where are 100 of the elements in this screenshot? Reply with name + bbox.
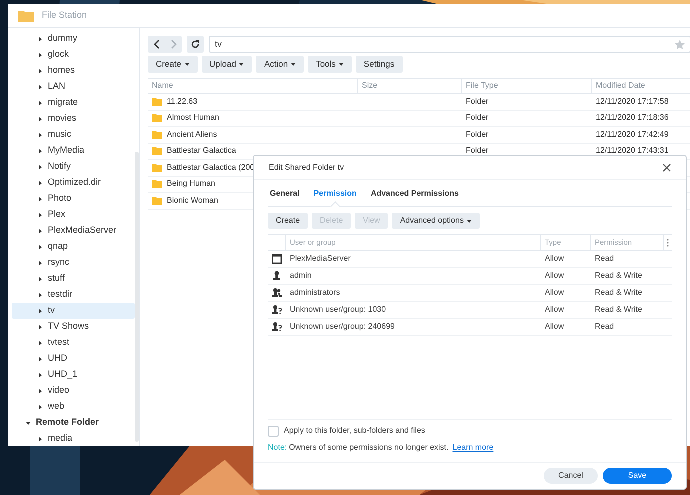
table-cell: Unknown user/group: 1030 (290, 305, 386, 314)
sidebar-item[interactable]: migrate (12, 95, 135, 111)
sidebar-item[interactable]: video (12, 383, 135, 399)
sidebar-item[interactable]: Plex (12, 207, 135, 223)
file-name[interactable]: Almost Human (167, 112, 220, 124)
sidebar-group[interactable]: Remote Folder (12, 415, 135, 431)
collapsed-arrow-icon[interactable] (38, 356, 43, 362)
table-cell: Folder (466, 146, 489, 156)
table-cell: PlexMediaServer (290, 254, 351, 263)
collapsed-arrow-icon[interactable] (38, 148, 43, 154)
table-cell: Read & Write (595, 288, 642, 297)
table-cell: Unknown user/group: 240699 (290, 322, 395, 331)
sidebar-item[interactable]: MyMedia (12, 143, 135, 159)
collapsed-arrow-icon[interactable] (38, 132, 43, 138)
close-icon[interactable] (663, 164, 671, 172)
sidebar-item[interactable]: Optimized.dir (12, 175, 135, 191)
collapsed-arrow-icon[interactable] (38, 36, 43, 42)
sidebar-item[interactable]: LAN (12, 79, 135, 95)
sidebar-item[interactable]: PlexMediaServer (12, 223, 135, 239)
file-name[interactable]: Ancient Aliens (167, 128, 218, 141)
table-cell: Allow (545, 288, 564, 297)
table-cell: Read & Write (595, 305, 642, 314)
sidebar-item[interactable]: stuff (12, 271, 135, 287)
sidebar-item[interactable]: rsync (12, 255, 135, 271)
learn-more-link[interactable]: Learn more (452, 442, 494, 454)
toolbar-button[interactable]: Settings (356, 56, 403, 73)
group-icon (272, 288, 282, 298)
collapsed-arrow-icon[interactable] (38, 228, 43, 234)
refresh-icon (191, 40, 200, 49)
collapsed-arrow-icon[interactable] (38, 404, 43, 410)
table-cell: Allow (545, 322, 564, 331)
toolbar-button[interactable]: Tools (308, 56, 352, 73)
file-name[interactable]: Battlestar Galactica (167, 145, 236, 158)
path-text: tv (215, 38, 224, 51)
collapsed-arrow-icon[interactable] (38, 340, 43, 346)
collapsed-arrow-icon[interactable] (38, 244, 43, 250)
sidebar-item[interactable]: web (12, 399, 135, 415)
table-cell: 12/11/2020 17:43:31 (596, 146, 669, 156)
collapsed-arrow-icon[interactable] (38, 84, 43, 90)
collapsed-arrow-icon[interactable] (38, 260, 43, 266)
sidebar-item[interactable]: testdir (12, 287, 135, 303)
collapsed-arrow-icon[interactable] (38, 388, 43, 394)
table-cell: 12/11/2020 17:42:49 (596, 130, 669, 139)
sidebar-item[interactable]: UHD_1 (12, 367, 135, 383)
collapsed-arrow-icon[interactable] (38, 116, 43, 122)
toolbar-button[interactable]: Upload (202, 56, 252, 73)
forward-icon (170, 40, 176, 49)
collapsed-arrow-icon[interactable] (38, 164, 43, 170)
sidebar-item[interactable]: dummy (12, 31, 135, 47)
file-name[interactable]: 11.22.63 (167, 96, 198, 108)
file-name[interactable]: Bionic Woman (167, 194, 218, 207)
save-button[interactable]: Save (603, 468, 672, 484)
collapsed-arrow-icon[interactable] (38, 68, 43, 74)
dialog-title: Edit Shared Folder tv (269, 162, 344, 174)
user-icon (272, 271, 282, 281)
sidebar-item[interactable]: glock (12, 47, 135, 63)
sidebar-item[interactable]: homes (12, 63, 135, 79)
expanded-arrow-icon[interactable] (26, 420, 31, 426)
collapsed-arrow-icon[interactable] (38, 212, 43, 218)
star-icon[interactable] (675, 40, 685, 50)
sidebar-item[interactable]: UHD (12, 351, 135, 367)
file-name[interactable]: Being Human (167, 178, 216, 190)
sidebar-item[interactable]: Photo (12, 191, 135, 207)
sidebar-item[interactable]: qnap (12, 239, 135, 255)
dialog-button[interactable]: Advanced options (392, 213, 480, 229)
sidebar-item[interactable]: TV Shows (12, 319, 135, 335)
table-cell: Read (595, 254, 614, 263)
tab[interactable]: General (270, 188, 300, 206)
sidebar-item[interactable]: music (12, 127, 135, 143)
cancel-button[interactable]: Cancel (544, 468, 598, 484)
collapsed-arrow-icon[interactable] (38, 52, 43, 58)
sidebar-item[interactable]: media (12, 431, 135, 446)
back-button[interactable] (148, 36, 165, 53)
table-cell: Folder (466, 96, 489, 106)
folder-icon (18, 9, 34, 22)
collapsed-arrow-icon[interactable] (38, 308, 43, 314)
tab[interactable]: Permission (314, 188, 357, 206)
checkbox[interactable] (268, 426, 279, 436)
collapsed-arrow-icon[interactable] (38, 276, 43, 282)
tab[interactable]: Advanced Permissions (370, 188, 459, 206)
dialog-button[interactable]: Create (268, 213, 308, 229)
collapsed-arrow-icon[interactable] (38, 100, 43, 106)
sidebar-item[interactable]: movies (12, 111, 135, 127)
note-label: Note: (268, 442, 288, 454)
sidebar-item[interactable]: Notify (12, 159, 135, 175)
table-cell: Allow (545, 254, 564, 263)
collapsed-arrow-icon[interactable] (38, 292, 43, 298)
collapsed-arrow-icon[interactable] (38, 196, 43, 202)
sidebar-item[interactable]: tv (12, 303, 135, 319)
path-field[interactable]: tv (209, 36, 690, 53)
toolbar-button[interactable]: Action (256, 56, 304, 73)
collapsed-arrow-icon[interactable] (38, 180, 43, 186)
sidebar-item[interactable]: tvtest (12, 335, 135, 351)
collapsed-arrow-icon[interactable] (38, 372, 43, 378)
collapsed-arrow-icon[interactable] (38, 436, 43, 442)
collapsed-arrow-icon[interactable] (38, 324, 43, 330)
toolbar-button[interactable]: Create (148, 56, 198, 73)
unknown-user-icon (272, 305, 282, 315)
back-icon (154, 40, 160, 49)
refresh-button[interactable] (187, 36, 204, 53)
